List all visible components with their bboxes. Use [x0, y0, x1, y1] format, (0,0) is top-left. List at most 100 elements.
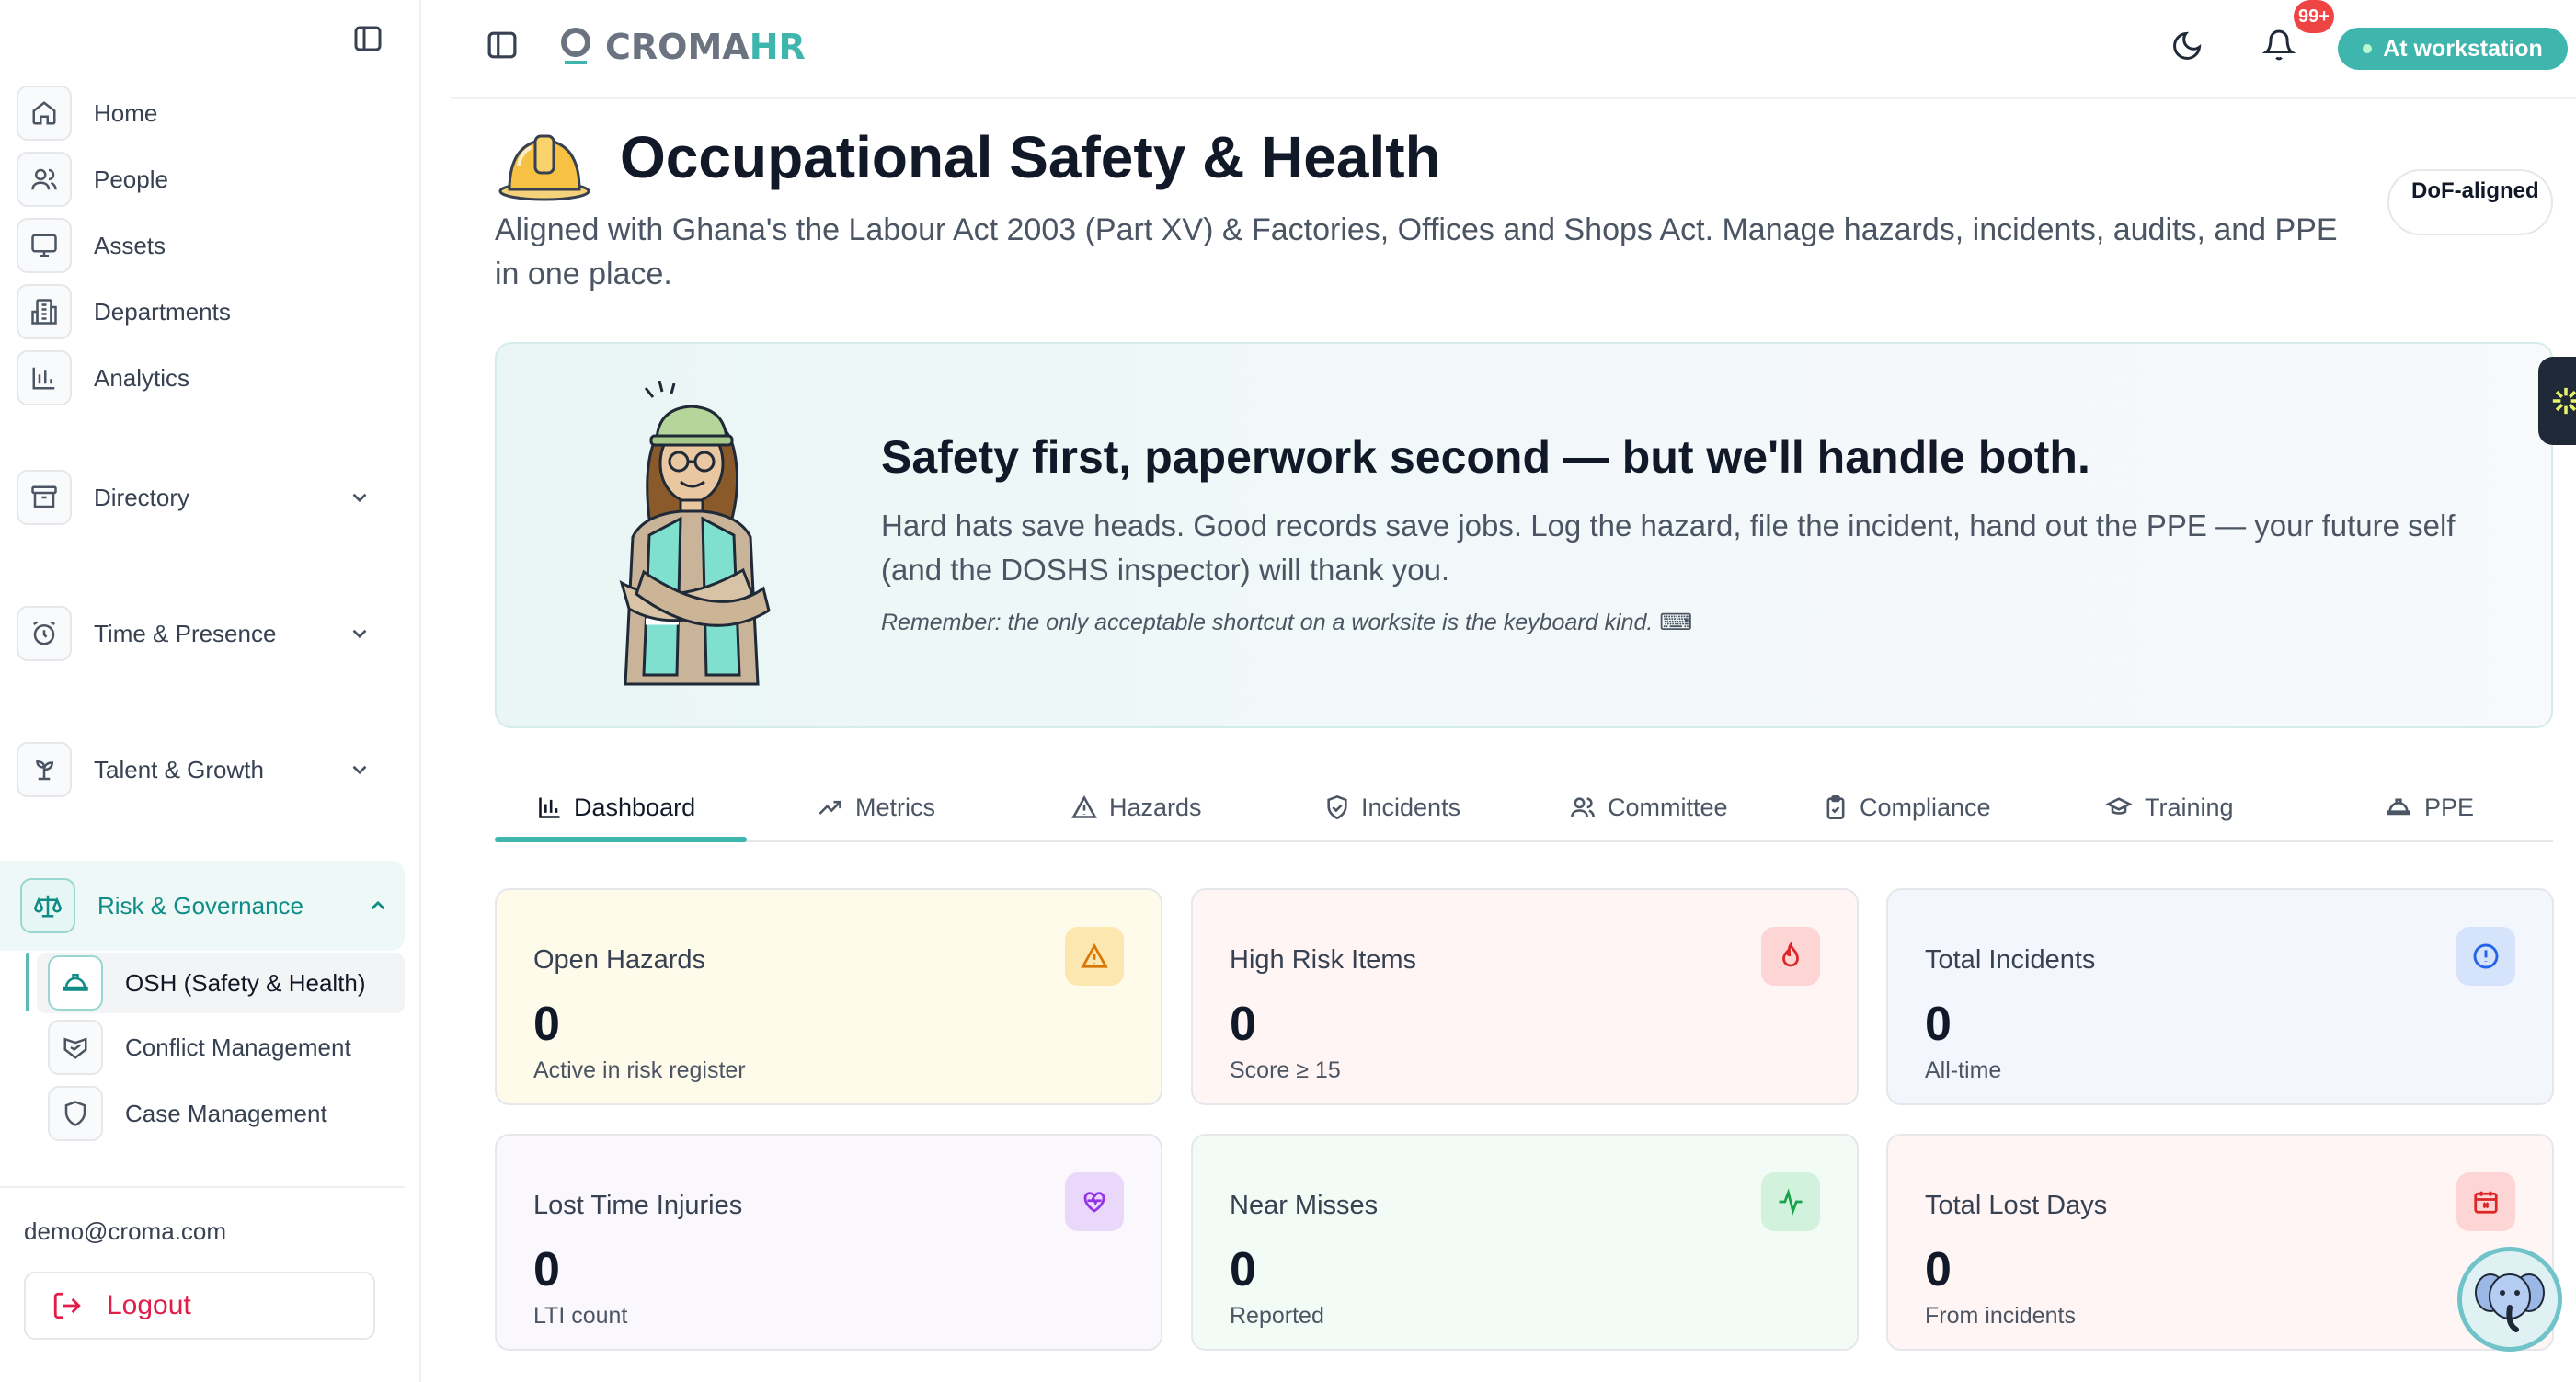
sidebar-group-label: Risk & Governance: [97, 891, 303, 919]
stat-card-total-incidents: Total Incidents 0 All-time: [1886, 888, 2554, 1105]
users-icon: [1571, 797, 1595, 817]
panel-toggle-icon[interactable]: [487, 31, 517, 63]
sidebar-subitem-label: Case Management: [125, 1099, 327, 1127]
page-title: Occupational Safety & Health: [620, 124, 1441, 190]
tab-committee[interactable]: Committee: [1569, 772, 1728, 842]
tab-metrics[interactable]: Metrics: [817, 772, 935, 842]
sprout-icon: [17, 742, 72, 797]
dof-aligned-badge: DoF-aligned: [2387, 169, 2553, 235]
tab-dashboard[interactable]: Dashboard: [537, 772, 695, 842]
tab-label: PPE: [2424, 793, 2475, 821]
chevron-down-icon: [352, 629, 367, 639]
heart-pulse-icon: [1065, 1172, 1124, 1231]
sidebar-item-label: Home: [94, 98, 158, 127]
shield-alert-icon: [1327, 794, 1347, 820]
sidebar-group-risk-governance-row[interactable]: Risk & Governance: [20, 877, 397, 934]
top-header: CROMAHR 99+ At workstation: [451, 0, 2576, 99]
sidebar-item-label: People: [94, 165, 168, 193]
assistant-mascot-button[interactable]: [2457, 1247, 2562, 1352]
stat-card-total-lost-days: Total Lost Days 0 From incidents: [1886, 1134, 2554, 1351]
warning-icon: [1071, 794, 1097, 818]
chevron-up-icon: [371, 900, 385, 910]
logout-label: Logout: [107, 1290, 191, 1320]
sparkle-icon: [2552, 387, 2576, 415]
sidebar-item-home[interactable]: Home: [17, 85, 394, 142]
sidebar-group-risk-governance[interactable]: Risk & Governance: [0, 861, 405, 951]
tab-hazards[interactable]: Hazards: [1070, 772, 1202, 842]
shield-icon: [48, 1086, 103, 1141]
card-value: 0: [1925, 998, 1952, 1051]
logout-button[interactable]: Logout: [24, 1272, 375, 1340]
sidebar-subitem-rail: [26, 953, 29, 1011]
tab-label: Compliance: [1860, 793, 1991, 821]
monitor-icon: [17, 218, 72, 273]
tab-compliance[interactable]: Compliance: [1823, 772, 1991, 842]
sidebar-subitem-label: Conflict Management: [125, 1033, 351, 1061]
activity-icon: [1761, 1172, 1820, 1231]
card-title: Open Hazards: [533, 945, 705, 975]
feedback-side-tab[interactable]: [2538, 357, 2576, 445]
stat-card-lost-time-injuries: Lost Time Injuries 0 LTI count: [495, 1134, 1162, 1351]
logo-text: CROMAHR: [605, 27, 806, 67]
safety-worker-illustration: [589, 380, 800, 698]
sidebar: Home People Assets Departments Analytics…: [0, 0, 421, 1382]
bar-chart-icon: [539, 797, 560, 818]
sidebar-subitem-case[interactable]: Case Management: [48, 1085, 327, 1142]
stat-card-near-misses: Near Misses 0 Reported: [1191, 1134, 1859, 1351]
scale-icon: [20, 878, 75, 933]
sidebar-divider: [0, 1186, 405, 1188]
sidebar-subitem-label: OSH (Safety & Health): [125, 968, 366, 997]
tab-incidents[interactable]: Incidents: [1324, 772, 1460, 842]
tab-label: Incidents: [1361, 793, 1461, 821]
sidebar-group-directory[interactable]: Directory: [17, 469, 394, 526]
moon-icon[interactable]: [2170, 29, 2204, 67]
sidebar-toggle-icon[interactable]: [351, 22, 384, 55]
hero-text: Hard hats save heads. Good records save …: [881, 508, 2456, 587]
logo-mark-icon: [561, 28, 590, 64]
card-value: 0: [1230, 1243, 1256, 1296]
hero-banner: Safety first, paperwork second — but we'…: [495, 342, 2553, 728]
page-subtitle: Aligned with Ghana's the Labour Act 2003…: [495, 212, 2338, 291]
sidebar-group-talent-growth[interactable]: Talent & Growth: [17, 741, 394, 798]
card-footnote: All-time: [1925, 1057, 2002, 1083]
trending-up-icon: [819, 800, 841, 815]
card-value: 0: [533, 1243, 560, 1296]
card-footnote: Reported: [1230, 1303, 1324, 1329]
tab-label: Committee: [1608, 793, 1728, 821]
sidebar-subitem-conflict[interactable]: Conflict Management: [48, 1019, 351, 1076]
tab-label: Hazards: [1109, 793, 1202, 821]
card-footnote: Score ≥ 15: [1230, 1057, 1341, 1083]
tab-training[interactable]: Training: [2104, 772, 2234, 842]
alarm-clock-icon: [17, 606, 72, 661]
card-footnote: Active in risk register: [533, 1057, 746, 1083]
status-dot: [2363, 44, 2373, 53]
card-title: Total Lost Days: [1925, 1191, 2108, 1220]
card-title: Lost Time Injuries: [533, 1191, 743, 1220]
sidebar-item-analytics[interactable]: Analytics: [17, 349, 394, 406]
tab-ppe[interactable]: PPE: [2384, 772, 2474, 842]
stat-card-open-hazards: Open Hazards 0 Active in risk register: [495, 888, 1162, 1105]
sidebar-item-departments[interactable]: Departments: [17, 283, 394, 340]
status-label: At workstation: [2383, 35, 2543, 62]
app-logo[interactable]: CROMAHR: [559, 26, 806, 68]
stat-card-high-risk: High Risk Items 0 Score ≥ 15: [1191, 888, 1859, 1105]
sidebar-item-people[interactable]: People: [17, 151, 394, 208]
status-badge[interactable]: At workstation: [2338, 28, 2568, 70]
bar-chart-icon: [17, 350, 72, 405]
handshake-icon: [48, 1020, 103, 1075]
sidebar-item-assets[interactable]: Assets: [17, 217, 394, 274]
logout-icon: [53, 1292, 81, 1319]
card-value: 0: [533, 998, 560, 1051]
archive-icon: [17, 470, 72, 525]
graduation-cap-icon: [2105, 797, 2133, 815]
sidebar-group-label: Time & Presence: [94, 619, 277, 647]
sidebar-subitem-osh[interactable]: OSH (Safety & Health): [48, 954, 366, 1011]
sidebar-group-label: Directory: [94, 483, 190, 511]
sidebar-group-time-presence[interactable]: Time & Presence: [17, 605, 394, 662]
hard-hat-icon: [48, 955, 103, 1011]
bell-icon[interactable]: [2261, 28, 2296, 67]
notification-badge: 99+: [2294, 0, 2334, 33]
card-value: 0: [1230, 998, 1256, 1051]
card-title: High Risk Items: [1230, 945, 1417, 975]
hard-hat-icon: [497, 120, 592, 216]
